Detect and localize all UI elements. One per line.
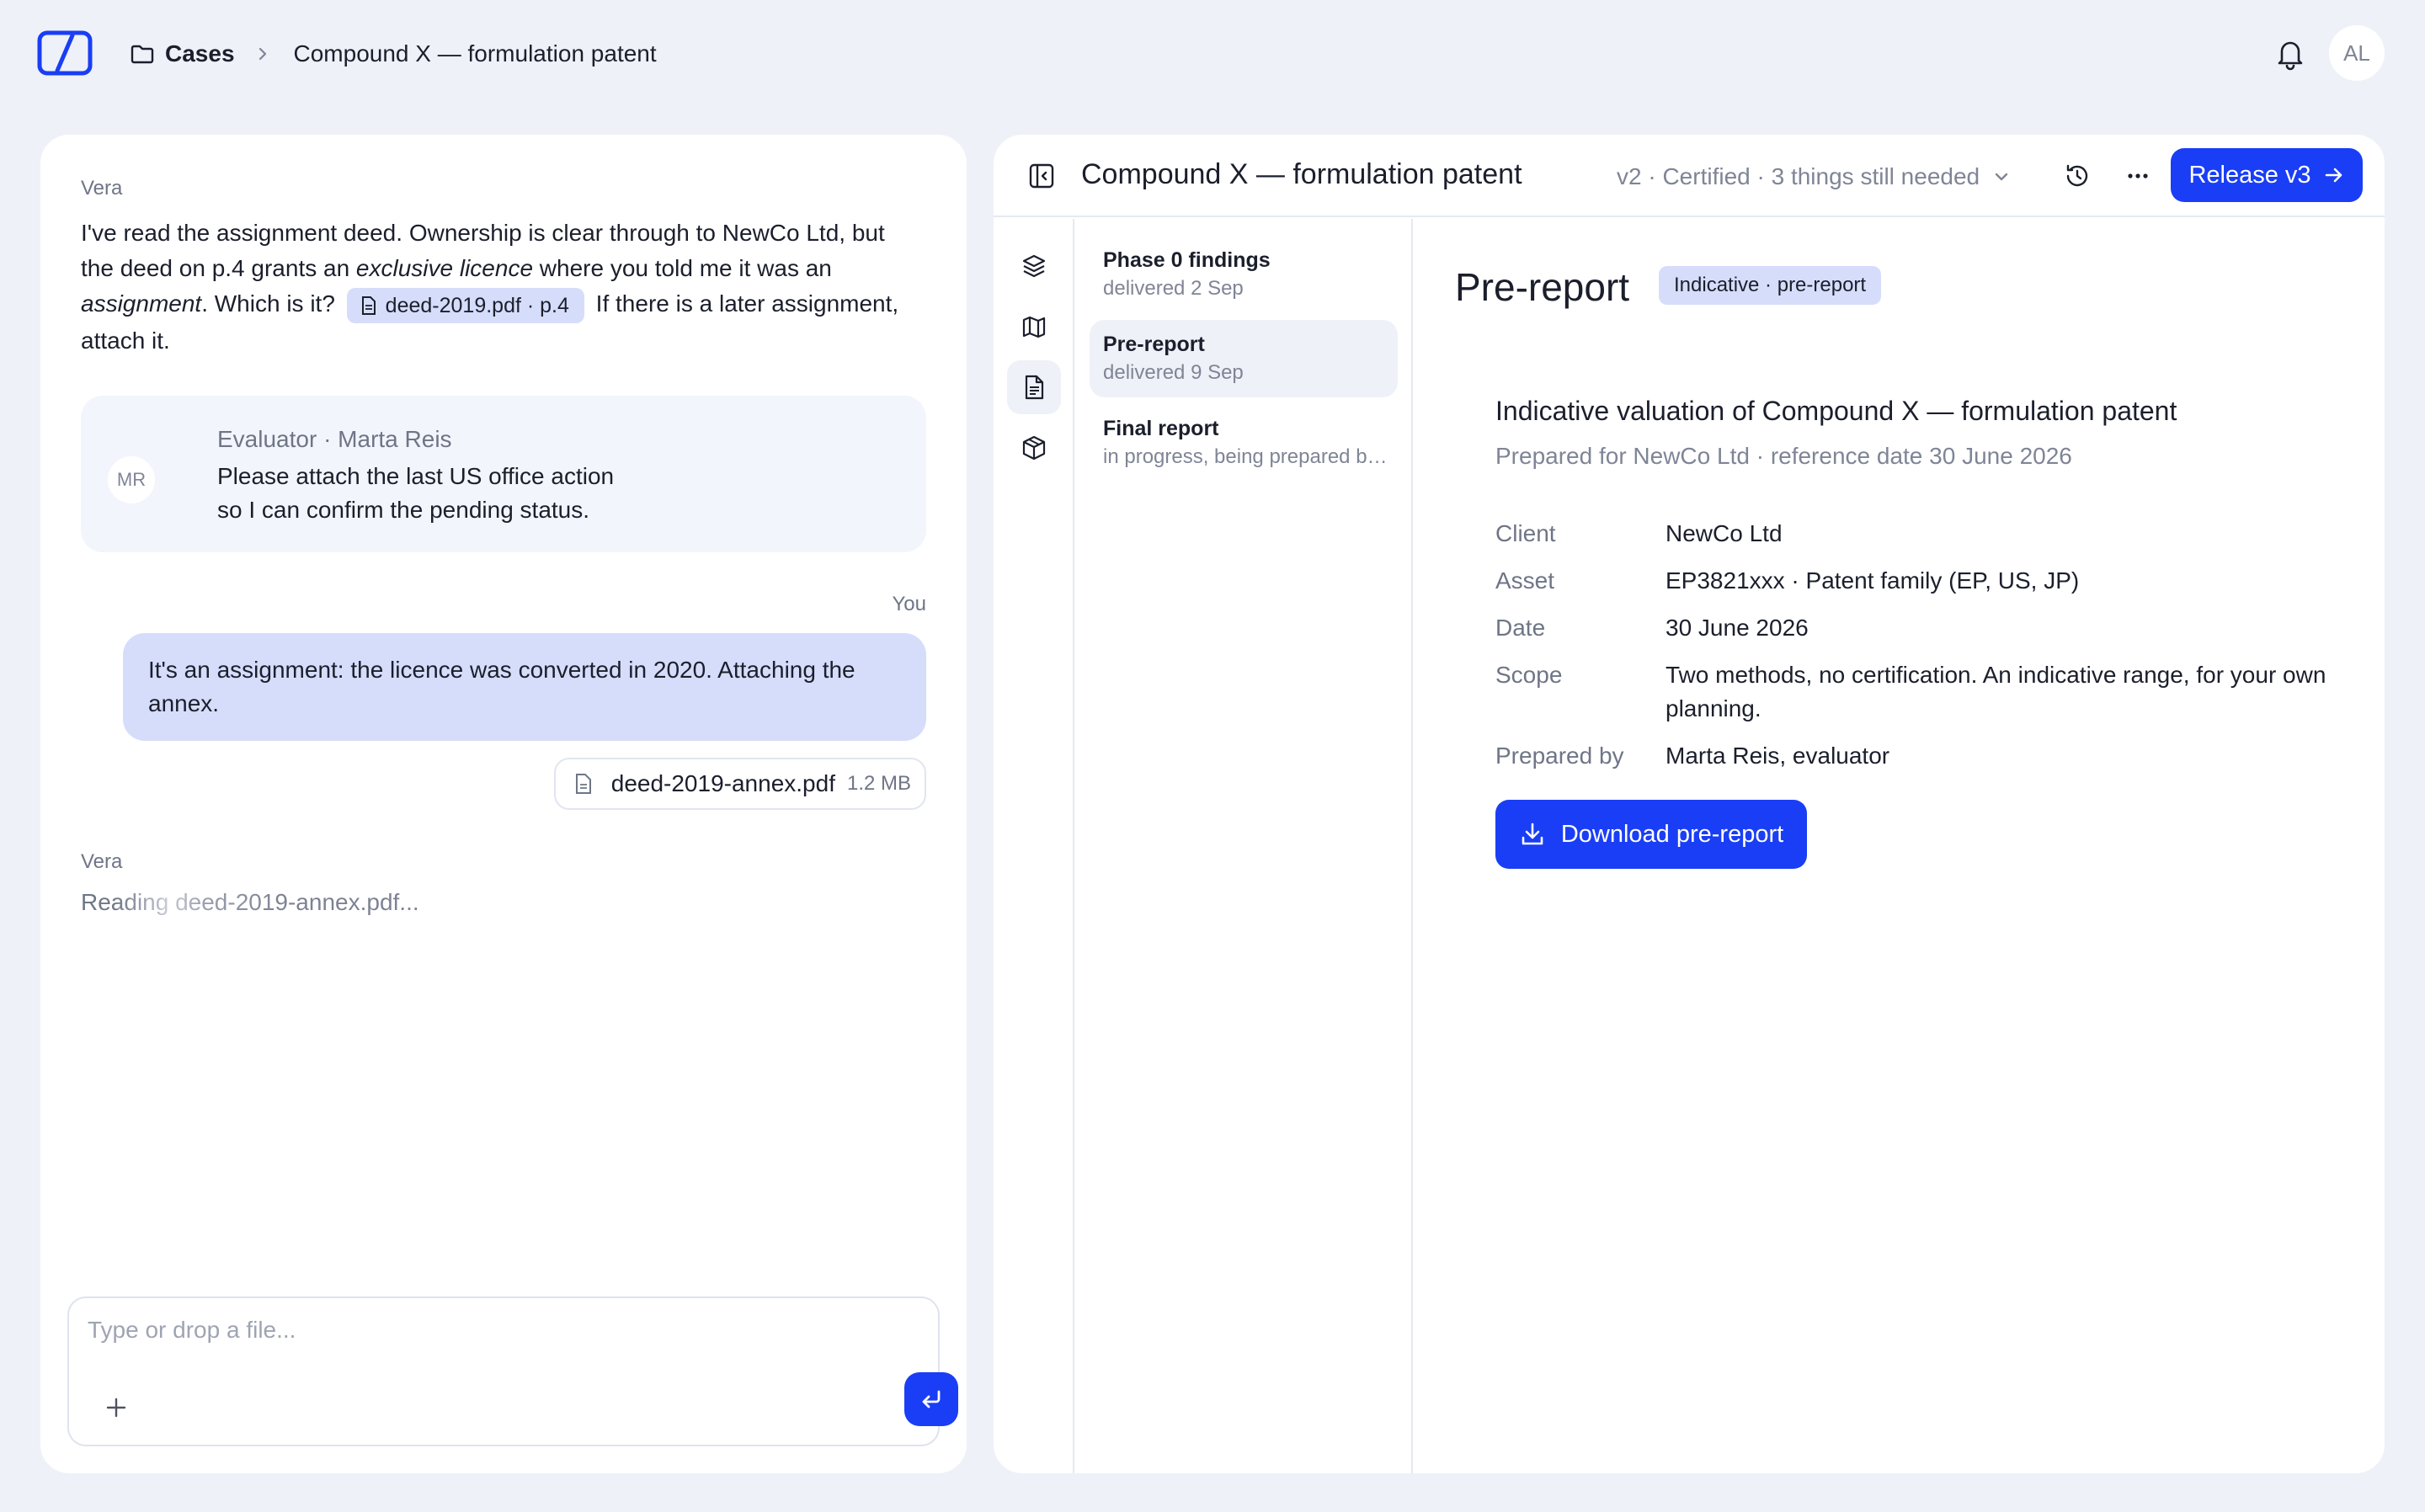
section-subtitle: delivered 2 Sep xyxy=(1103,277,1244,300)
more-options-icon[interactable] xyxy=(2124,162,2152,190)
package-box-icon[interactable] xyxy=(1007,421,1061,475)
notifications-bell-icon[interactable] xyxy=(2275,37,2305,71)
evaluator-name: Evaluator · Marta Reis xyxy=(217,426,452,452)
assistant-status-text: Reading deed-2019-annex.pdf... xyxy=(81,889,419,915)
evaluator-avatar: MR xyxy=(108,456,155,503)
map-icon[interactable] xyxy=(1007,300,1061,354)
field-label: Asset xyxy=(1495,567,1555,594)
download-button-label: Download pre-report xyxy=(1560,820,1784,848)
collapse-sidebar-icon[interactable] xyxy=(1027,162,1056,190)
release-button[interactable]: Release v3 xyxy=(2171,148,2363,202)
version-label: v2 · Certified · 3 things still needed xyxy=(1617,163,1980,189)
message-author: Vera xyxy=(81,850,123,873)
section-title: Phase 0 findings xyxy=(1103,248,1271,272)
section-title: Pre-report xyxy=(1103,333,1205,356)
message-text: where you told me it was an xyxy=(533,255,832,281)
section-subtitle: delivered 9 Sep xyxy=(1103,361,1244,384)
breadcrumb-current: Compound X — formulation patent xyxy=(293,40,657,67)
document-icon xyxy=(361,295,376,315)
chevron-right-icon xyxy=(253,45,272,63)
user-avatar[interactable]: AL xyxy=(2329,25,2385,81)
download-icon xyxy=(1522,823,1543,845)
document-header: Compound X — formulation patent v2 · Cer… xyxy=(994,135,2385,217)
user-message-bubble: It's an assignment: the licence was conv… xyxy=(123,633,926,741)
enter-arrow-icon xyxy=(922,1390,941,1408)
field-label: Scope xyxy=(1495,662,1563,688)
section-title: Final report xyxy=(1103,417,1219,440)
app-logo-icon[interactable] xyxy=(37,30,93,76)
breadcrumb: Cases Compound X — formulation patent xyxy=(130,37,657,71)
evaluator-note-card: MR Evaluator · Marta Reis Please attach … xyxy=(81,396,926,552)
download-pre-report-button[interactable]: Download pre-report xyxy=(1495,800,1807,869)
report-sections-list: Phase 0 findings delivered 2 Sep Pre-rep… xyxy=(1076,219,1413,1473)
field-label: Client xyxy=(1495,520,1556,546)
document-text-icon[interactable] xyxy=(1007,360,1061,414)
chip-label: deed-2019.pdf · p.4 xyxy=(385,293,569,317)
status-badge: Indicative · pre-report xyxy=(1659,266,1882,305)
section-item-pre-report[interactable]: Pre-report delivered 9 Sep xyxy=(1090,320,1398,397)
document-reference-chip[interactable]: deed-2019.pdf · p.4 xyxy=(346,287,584,323)
attachment-name: deed-2019-annex.pdf xyxy=(610,770,835,796)
message-composer xyxy=(67,1296,958,1446)
valuation-subtitle: Prepared for NewCo Ltd · reference date … xyxy=(1495,443,2072,469)
version-selector[interactable]: v2 · Certified · 3 things still needed xyxy=(1617,160,2012,194)
evaluator-note-line: so I can confirm the pending status. xyxy=(217,497,590,523)
message-text: . Which is it? xyxy=(201,290,342,317)
evaluator-note-line: Please attach the last US office action xyxy=(217,463,615,489)
section-item-final-report[interactable]: Final report in progress, being prepared… xyxy=(1090,404,1398,482)
tool-rail xyxy=(994,219,1074,1473)
section-item-phase-0[interactable]: Phase 0 findings delivered 2 Sep xyxy=(1090,236,1398,313)
field-label: Prepared by xyxy=(1495,743,1624,769)
attach-plus-icon[interactable] xyxy=(101,1392,131,1423)
history-icon[interactable] xyxy=(2063,162,2092,190)
folder-icon xyxy=(130,41,155,67)
document-panel: Compound X — formulation patent v2 · Cer… xyxy=(994,135,2385,1473)
arrow-right-icon xyxy=(2325,168,2342,183)
file-icon xyxy=(575,774,591,794)
send-button[interactable] xyxy=(904,1372,958,1426)
valuation-title: Indicative valuation of Compound X — for… xyxy=(1495,396,2177,426)
field-value: EP3821xxx · Patent family (EP, US, JP) xyxy=(1666,567,2080,594)
attachment-chip[interactable]: deed-2019-annex.pdf 1.2 MB xyxy=(553,758,926,810)
breadcrumb-cases-link[interactable]: Cases xyxy=(165,40,235,67)
top-bar: Cases Compound X — formulation patent AL xyxy=(0,0,2425,109)
field-value: Two methods, no certification. An indica… xyxy=(1666,662,2326,721)
evaluator-note-text: Please attach the last US office action … xyxy=(217,460,689,527)
section-subtitle: in progress, being prepared by Marta Rei… xyxy=(1103,445,1389,468)
attachment-size: 1.2 MB xyxy=(846,772,911,795)
user-message-author: You xyxy=(892,593,927,615)
page-title: Pre-report xyxy=(1455,265,1630,309)
assistant-message: I've read the assignment deed. Ownership… xyxy=(81,216,906,359)
chevron-down-icon xyxy=(1995,173,2008,181)
message-emphasis: assignment xyxy=(81,290,202,317)
field-label: Date xyxy=(1495,615,1546,641)
field-value: NewCo Ltd xyxy=(1666,520,1783,546)
message-emphasis: exclusive licence xyxy=(355,255,534,281)
message-input[interactable] xyxy=(88,1312,896,1349)
chat-panel: Vera I've read the assignment deed. Owne… xyxy=(40,135,967,1473)
field-value: Marta Reis, evaluator xyxy=(1666,743,1890,769)
document-title: Compound X — formulation patent xyxy=(1081,158,1522,190)
release-button-label: Release v3 xyxy=(2188,161,2311,189)
field-value: 30 June 2026 xyxy=(1666,615,1809,641)
layers-icon[interactable] xyxy=(1007,239,1061,293)
report-content: Pre-report Indicative · pre-report Indic… xyxy=(1415,219,2385,1473)
message-author: Vera xyxy=(81,177,123,200)
